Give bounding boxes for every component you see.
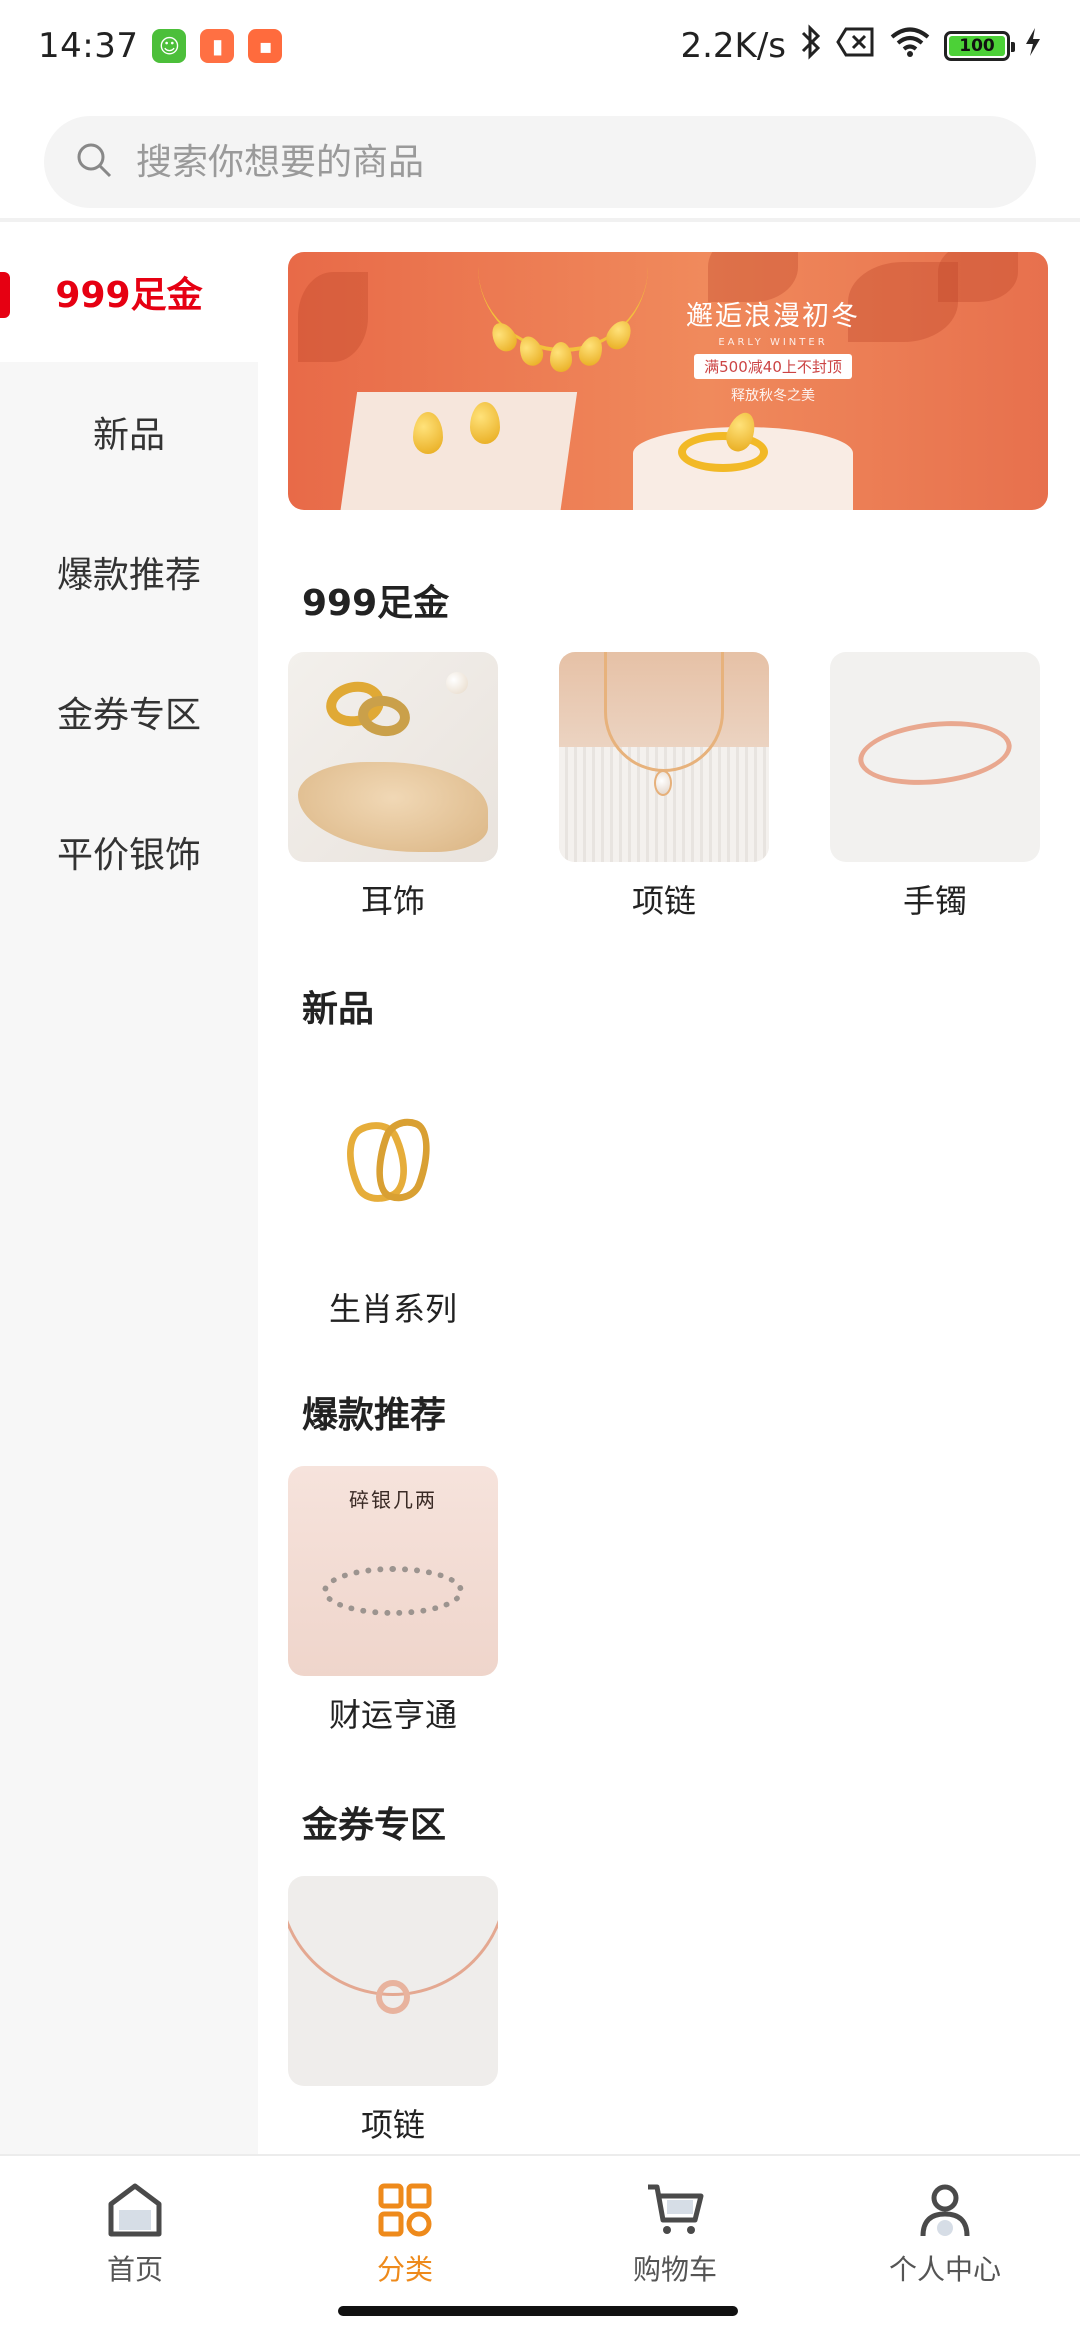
promo-banner[interactable]: 邂逅浪漫初冬 EARLY WINTER 满500减40上不封顶 释放秋冬之美 [288,252,1048,510]
sidebar-item-label: 平价银饰 [56,835,201,876]
search-box[interactable] [44,116,1036,208]
category-content: 邂逅浪漫初冬 EARLY WINTER 满500减40上不封顶 释放秋冬之美 9… [258,222,1080,2154]
banner-tag: 释放秋冬之美 [731,388,815,404]
sidebar-item-label: 新品 [92,415,165,456]
product-label: 生肖系列 [328,1290,457,1328]
product-zodiac[interactable]: 生肖系列 [288,1060,498,1330]
leaf-decoration [298,272,368,362]
sidebar-item-silver[interactable]: 平价银饰 [0,782,258,922]
nav-label: 购物车 [632,2253,717,2286]
status-left: 14:37 ☺ ▮ ▪ [38,26,283,66]
nav-label: 分类 [376,2253,433,2286]
product-label: 项链 [631,882,696,920]
product-earrings[interactable]: 耳饰 [288,652,498,922]
nav-label: 个人中心 [888,2253,1001,2286]
gold-earring [413,412,443,454]
product-fortune[interactable]: 碎银几两 财运亨通 [288,1466,498,1736]
section-title-new: 新品 [302,989,375,1030]
search-bar-area [0,92,1080,220]
charging-icon [1024,26,1042,66]
sidebar-item-coupon[interactable]: 金券专区 [0,642,258,782]
sidebar-item-label: 999足金 [55,275,203,316]
nav-home[interactable]: 首页 [0,2156,270,2340]
status-right: 2.2K/s 100 [680,23,1042,69]
category-grid-icon [375,2178,435,2242]
section-title-coupon: 金券专区 [302,1805,447,1846]
product-coupon-necklace[interactable]: 项链 [288,1876,498,2146]
product-label: 耳饰 [360,882,425,920]
sidebar-item-label: 金券专区 [56,695,201,736]
battery-level: 100 [949,36,1005,56]
image-caption: 碎银几两 [349,1488,437,1512]
cart-icon [645,2178,705,2242]
product-necklace[interactable]: 项链 [559,652,769,922]
banner-pedestal [338,392,578,510]
product-bangle[interactable]: 手镯 [830,652,1040,922]
nav-label: 首页 [106,2253,163,2286]
category-sidebar: 999足金 新品 爆款推荐 金券专区 平价银饰 [0,222,258,2154]
silver-bracelet-image: 碎银几两 [288,1466,498,1676]
active-indicator [0,272,10,318]
pendant-necklace-image [559,652,769,862]
sidebar-item-label: 爆款推荐 [56,555,201,596]
banner-text: 邂逅浪漫初冬 EARLY WINTER 满500减40上不封顶 释放秋冬之美 [673,294,873,405]
user-icon [915,2178,975,2242]
gold-ring [678,432,768,472]
app-notification-icon: ☺ [152,29,187,63]
rose-gold-bangle-image [830,652,1040,862]
status-time: 14:37 [38,26,139,66]
wifi-icon [890,26,930,67]
battery-icon: 100 [944,31,1015,61]
gold-leaf-ornament [550,342,572,372]
gold-rings-image [288,652,498,862]
shopping-app-notification-icon: ▪ [248,29,283,63]
banner-title: 邂逅浪漫初冬 [686,301,860,332]
bluetooth-icon [800,23,822,69]
banner-promo: 满500减40上不封顶 [694,354,852,379]
network-speed: 2.2K/s [680,26,786,66]
product-label: 手镯 [902,882,967,920]
leaf-decoration [938,252,1018,302]
banner-subtitle: EARLY WINTER [718,337,828,348]
product-label: 项链 [360,2106,425,2144]
sidebar-item-new[interactable]: 新品 [0,362,258,502]
section-title-hot: 爆款推荐 [302,1395,447,1436]
gold-twist-ring-image [288,1060,498,1270]
sim-blocked-icon [836,26,876,67]
sidebar-item-hot[interactable]: 爆款推荐 [0,502,258,642]
nav-profile[interactable]: 个人中心 [810,2156,1080,2340]
home-indicator[interactable] [338,2306,738,2316]
rose-gold-circle-necklace-image [288,1876,498,2086]
search-icon [74,140,114,184]
shopping-bag-notification-icon: ▮ [200,29,235,63]
status-bar: 14:37 ☺ ▮ ▪ 2.2K/s 100 [0,0,1080,92]
sidebar-item-999-gold[interactable]: 999足金 [0,222,258,362]
section-title-999-gold: 999足金 [302,583,450,624]
product-label: 财运亨通 [328,1696,457,1734]
home-icon [105,2178,165,2242]
search-input[interactable] [136,141,936,183]
gold-earring [470,402,500,444]
